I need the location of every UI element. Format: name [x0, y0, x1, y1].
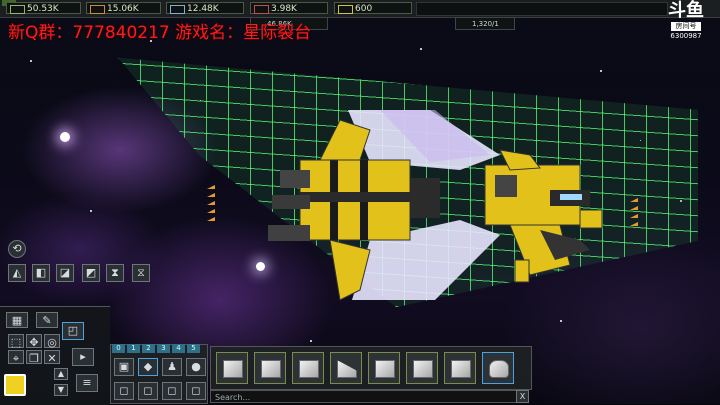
block-slot-selected[interactable] — [482, 352, 514, 384]
block-cube-icon — [299, 360, 319, 378]
align-button[interactable]: ≡ — [76, 374, 98, 392]
fuel-icon — [338, 5, 353, 14]
category-blocks-icon[interactable]: ▣ — [114, 358, 134, 376]
secondary-hud-2: 1,320/1 — [455, 17, 515, 30]
resource-2: 15.06K — [86, 2, 161, 14]
stream-overlay-text: 新Q群：777840217 游戏名：星际裂台 — [8, 23, 312, 43]
reset-camera-icon[interactable]: ⟲ — [8, 240, 26, 258]
category-doors-icon[interactable]: ◻ — [162, 382, 182, 400]
star — [90, 210, 92, 212]
category-systems-icon[interactable]: ● — [186, 358, 206, 376]
symmetry-tool-button[interactable]: ⌖ — [8, 350, 24, 365]
block-slot[interactable] — [444, 352, 476, 384]
resource-1: 50.53K — [6, 2, 81, 14]
grid-tool-button[interactable]: ▦ — [6, 312, 28, 328]
star — [600, 70, 602, 72]
palette-tab[interactable]: 3 — [157, 344, 170, 353]
logo-mark-icon: 斗鱼 — [668, 0, 704, 21]
block-cube-icon — [223, 360, 243, 378]
block-cylinder-icon — [489, 360, 509, 378]
status-strip — [416, 2, 668, 16]
star — [420, 48, 422, 50]
battery-icon — [10, 5, 25, 14]
category-logic-icon[interactable]: ◻ — [114, 382, 134, 400]
copy-tool-button[interactable]: ❐ — [26, 350, 42, 365]
block-slot[interactable] — [368, 352, 400, 384]
mirror-x-button[interactable]: ◭ — [8, 264, 26, 282]
block-cube-icon — [375, 360, 395, 378]
category-weapons-icon[interactable]: ♟ — [162, 358, 182, 376]
paint-tool-button[interactable]: ✎ — [36, 312, 58, 328]
rotate-button[interactable]: ◧ — [32, 264, 50, 282]
pick-tool-button[interactable]: ◎ — [44, 334, 60, 349]
crystal-icon — [170, 5, 185, 14]
block-cube-icon — [451, 360, 471, 378]
marker-stack-left — [207, 185, 215, 221]
marker-stack-right — [630, 198, 638, 226]
plane-button[interactable]: ◩ — [82, 264, 100, 282]
block-cube-icon — [261, 360, 281, 378]
close-search-icon[interactable]: X — [516, 390, 529, 403]
room-number: 6300987 — [670, 32, 702, 40]
room-label: 房间号 — [671, 22, 701, 31]
block-slot[interactable] — [330, 352, 362, 384]
block-cube-icon — [413, 360, 433, 378]
block-slot[interactable] — [254, 352, 286, 384]
search-input[interactable]: Search... — [210, 390, 528, 403]
palette-tab[interactable]: 2 — [142, 344, 155, 353]
spaceship[interactable] — [260, 100, 610, 305]
star — [310, 340, 312, 342]
block-slot[interactable] — [216, 352, 248, 384]
palette-tab[interactable]: 0 — [112, 344, 125, 353]
category-lights-icon[interactable]: ◻ — [138, 382, 158, 400]
palette-tab[interactable]: 1 — [127, 344, 140, 353]
category-hull-icon[interactable]: ◆ — [138, 358, 158, 376]
block-slot[interactable] — [406, 352, 438, 384]
color-swatch[interactable] — [4, 374, 26, 396]
palette-tab[interactable]: 5 — [187, 344, 200, 353]
scroll-up-button[interactable]: ▲ — [54, 368, 68, 380]
palette-tabs: 0 1 2 3 4 5 — [112, 344, 200, 353]
ammo-icon — [254, 5, 269, 14]
block-wedge-icon — [337, 360, 357, 378]
move-tool-button[interactable]: ✥ — [26, 334, 42, 349]
ore-icon — [90, 5, 105, 14]
mirror-y-button[interactable]: ⧖ — [132, 264, 150, 282]
resource-4: 3.98K — [250, 2, 328, 14]
resource-5: 600 — [334, 2, 412, 14]
expand-button[interactable]: ▸ — [72, 348, 94, 366]
bright-star — [60, 132, 70, 142]
block-slot[interactable] — [292, 352, 324, 384]
resource-bar: 50.53K 15.06K 12.48K 3.98K 600 — [0, 0, 720, 18]
build-mode-button[interactable]: ◰ — [62, 322, 84, 340]
star — [560, 320, 562, 322]
category-misc-icon[interactable]: ◻ — [186, 382, 206, 400]
delete-tool-button[interactable]: ✕ — [44, 350, 60, 365]
star — [30, 60, 32, 62]
flip-button[interactable]: ⧗ — [106, 264, 124, 282]
resource-3: 12.48K — [166, 2, 244, 14]
palette-tab[interactable]: 4 — [172, 344, 185, 353]
scroll-down-button[interactable]: ▼ — [54, 384, 68, 396]
select-tool-button[interactable]: ⬚ — [8, 334, 24, 349]
cube-view-button[interactable]: ◪ — [56, 264, 74, 282]
douyu-logo: 斗鱼 房间号 6300987 — [665, 1, 707, 47]
